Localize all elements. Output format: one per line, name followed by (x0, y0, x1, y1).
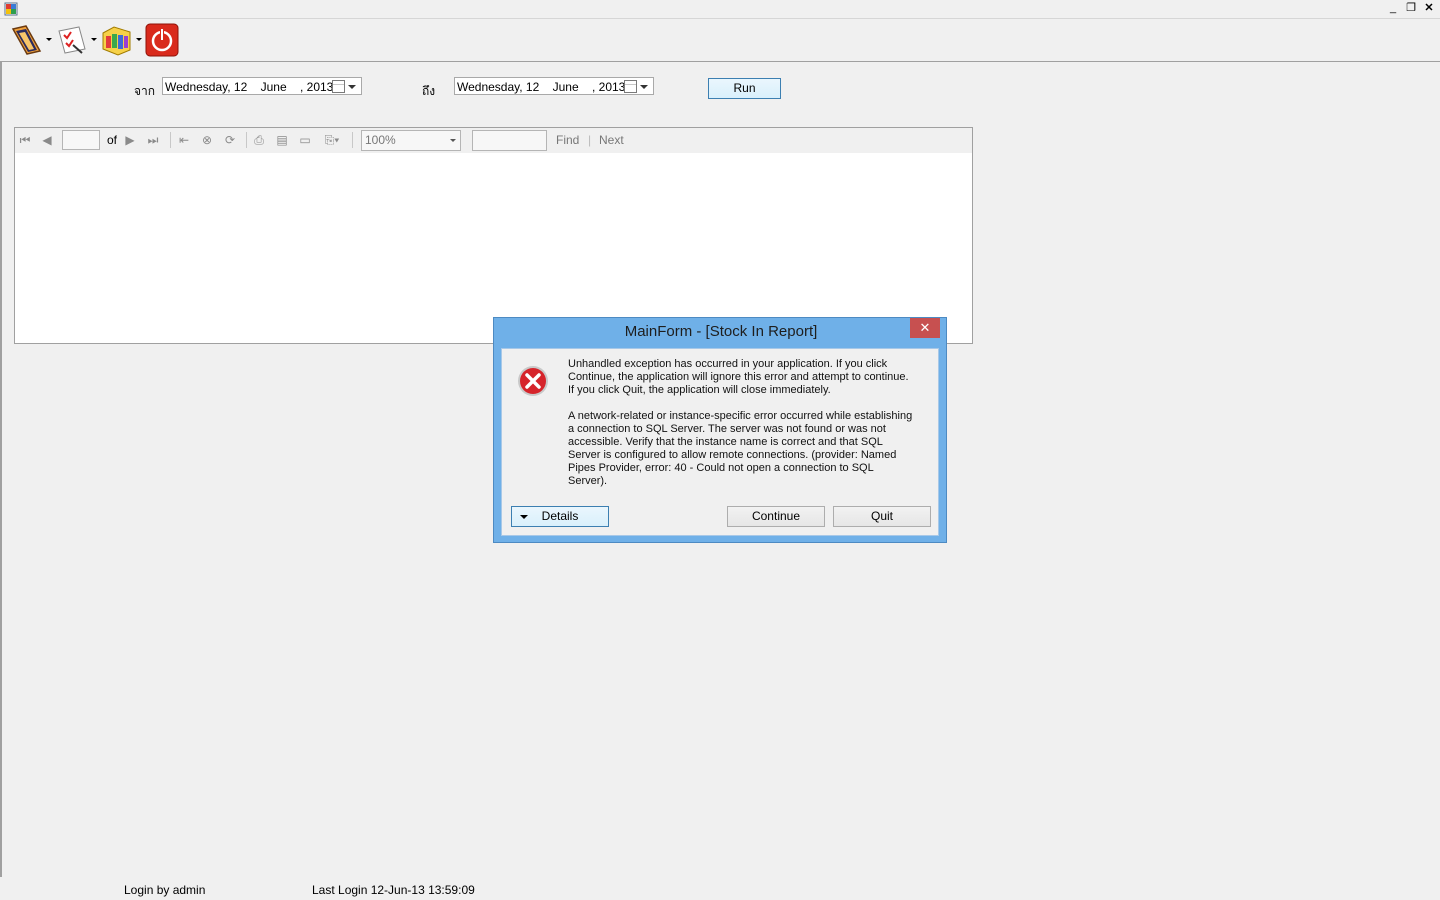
login-status: Login by admin (124, 883, 206, 897)
status-bar: Login by admin Last Login 12-Jun-13 13:5… (0, 877, 1440, 900)
toolbar (0, 18, 1440, 62)
chevron-down-icon (348, 85, 356, 89)
first-page-icon[interactable]: ⏮ (18, 133, 32, 147)
stock-menu-button[interactable] (100, 23, 142, 57)
run-button[interactable]: Run (708, 78, 781, 99)
logout-button[interactable] (145, 23, 187, 57)
calendar-icon (624, 80, 637, 93)
checklist-icon (58, 26, 86, 54)
report-book-icon (11, 25, 42, 55)
page-of-label: of (107, 133, 118, 147)
stock-boxes-icon (102, 26, 131, 56)
print-icon[interactable]: ⎙ (252, 133, 266, 147)
dialog-title: MainForm - [Stock In Report] (624, 323, 818, 340)
find-link[interactable]: Find (556, 133, 579, 147)
to-date-value: Wednesday, 12 June , 2013 (457, 80, 626, 94)
chevron-down-icon (640, 85, 648, 89)
find-input[interactable] (472, 130, 547, 151)
dialog-close-button[interactable]: ✕ (910, 318, 940, 338)
report-viewer: ⏮ ◀ of ▶ ⏭ ⇤ ⊗ ⟳ ⎙ ▤ ▭ ⎘▾ 100% Find | Ne… (14, 127, 973, 344)
from-label: จาก (134, 84, 156, 98)
report-viewer-toolbar: ⏮ ◀ of ▶ ⏭ ⇤ ⊗ ⟳ ⎙ ▤ ▭ ⎘▾ 100% Find | Ne… (15, 128, 972, 153)
next-link[interactable]: Next (599, 133, 624, 147)
chevron-down-icon (520, 515, 528, 519)
app-icon (4, 2, 18, 16)
print-layout-icon[interactable]: ▤ (275, 133, 289, 147)
error-dialog: MainForm - [Stock In Report] ✕ Unhandled… (493, 317, 947, 543)
restore-button[interactable]: ❐ (1402, 1, 1420, 16)
from-date-value: Wednesday, 12 June , 2013 (165, 80, 334, 94)
toolbar-divider (352, 132, 353, 148)
next-page-icon[interactable]: ▶ (123, 133, 137, 147)
toolbar-divider (246, 132, 247, 148)
find-separator: | (588, 133, 592, 147)
close-button[interactable]: ✕ (1420, 1, 1438, 16)
title-bar: _ ❐ ✕ (0, 0, 1440, 18)
back-icon[interactable]: ⇤ (177, 133, 191, 147)
page-setup-icon[interactable]: ▭ (298, 133, 312, 147)
continue-button[interactable]: Continue (727, 506, 825, 527)
last-page-icon[interactable]: ⏭ (146, 133, 160, 147)
quit-button[interactable]: Quit (833, 506, 931, 527)
zoom-value: 100% (365, 133, 396, 147)
from-date-picker[interactable]: Wednesday, 12 June , 2013 (162, 77, 362, 95)
previous-page-icon[interactable]: ◀ (40, 133, 54, 147)
to-date-picker[interactable]: Wednesday, 12 June , 2013 (454, 77, 654, 95)
export-icon[interactable]: ⎘▾ (321, 133, 343, 147)
minimize-button[interactable]: _ (1384, 1, 1402, 16)
report-menu-button[interactable] (10, 23, 52, 57)
details-button[interactable]: Details (511, 506, 609, 527)
dialog-message-summary: Unhandled exception has occurred in your… (568, 358, 909, 396)
refresh-icon[interactable]: ⟳ (223, 133, 237, 147)
checklist-menu-button[interactable] (55, 23, 97, 57)
toolbar-divider (170, 132, 171, 148)
zoom-select[interactable]: 100% (361, 130, 461, 151)
calendar-icon (332, 80, 345, 93)
to-label: ถึง (422, 84, 436, 98)
chevron-down-icon (450, 139, 456, 142)
last-login-status: Last Login 12-Jun-13 13:59:09 (312, 883, 475, 897)
page-number-input[interactable] (62, 130, 100, 150)
power-icon (145, 23, 179, 57)
details-label: Details (541, 509, 579, 523)
stop-icon[interactable]: ⊗ (200, 133, 214, 147)
error-icon (518, 366, 548, 396)
dialog-message-detail: A network-related or instance-specific e… (568, 410, 913, 487)
dialog-body: Unhandled exception has occurred in your… (501, 348, 939, 536)
